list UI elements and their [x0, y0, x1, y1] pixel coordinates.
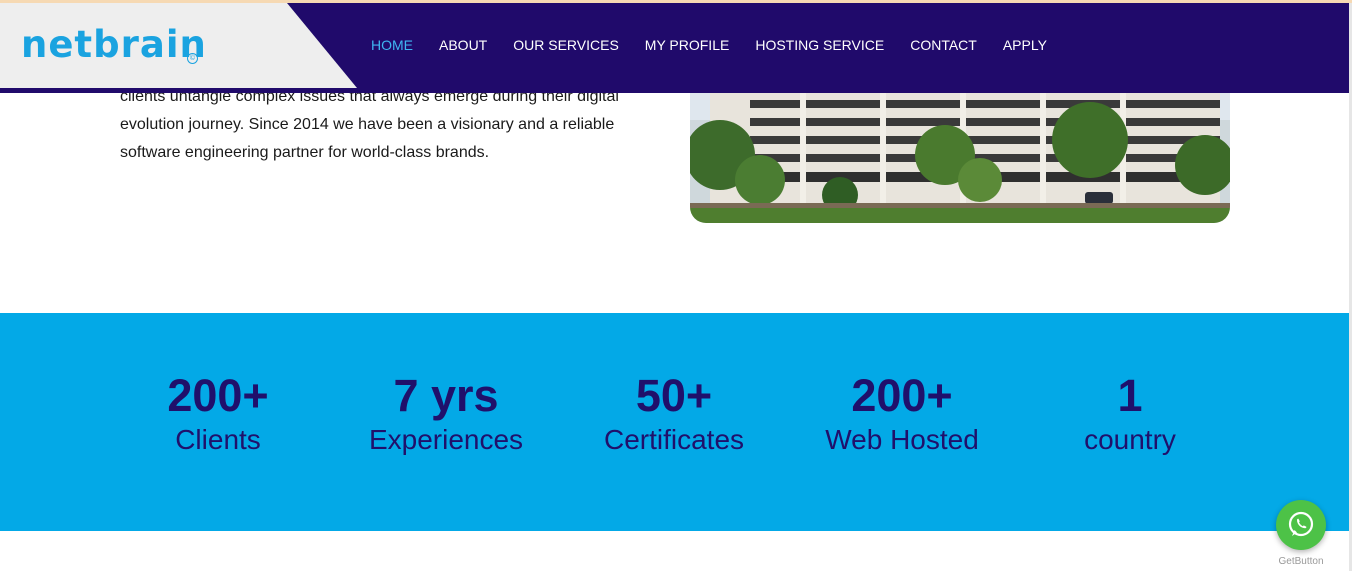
stat-number: 200+: [167, 370, 269, 421]
stat-label: Certificates: [603, 424, 745, 455]
nav-item-contact[interactable]: CONTACT: [910, 36, 977, 54]
brand-logo[interactable]: netbrain: [21, 23, 207, 67]
stat-label: country: [1084, 424, 1176, 455]
stat-country: 1 country: [1020, 369, 1240, 457]
nav-item-apply[interactable]: APPLY: [1003, 36, 1047, 54]
intro-line: evolution journey. Since 2014 we have be…: [120, 116, 615, 133]
nav-item-hosting-service[interactable]: HOSTING SERVICE: [755, 36, 884, 54]
stat-web-hosted: 200+ Web Hosted: [792, 369, 1012, 457]
stat-label: Web Hosted: [825, 424, 979, 455]
nav-item-about[interactable]: ABOUT: [439, 36, 487, 54]
copyright-mark: ©: [187, 53, 198, 64]
stats-section: 200+ Clients 7 yrs Experiences 50+ Certi…: [0, 313, 1349, 531]
main-nav: HOME ABOUT OUR SERVICES MY PROFILE HOSTI…: [371, 36, 1073, 54]
nav-item-my-profile[interactable]: MY PROFILE: [645, 36, 730, 54]
getbutton-caption[interactable]: GetButton: [1276, 556, 1326, 567]
intro-line: software engineering partner for world-c…: [120, 144, 490, 161]
nav-item-our-services[interactable]: OUR SERVICES: [513, 36, 619, 54]
stat-number: 7 yrs: [393, 370, 499, 421]
stat-clients: 200+ Clients: [108, 369, 328, 457]
stat-label: Experiences: [368, 424, 524, 455]
stat-number: 200+: [851, 370, 953, 421]
stat-experiences: 7 yrs Experiences: [336, 369, 556, 457]
stat-label: Clients: [175, 424, 261, 455]
intro-text: clients untangle complex issues that alw…: [120, 83, 660, 167]
stat-number: 1: [1117, 370, 1143, 421]
nav-item-home[interactable]: HOME: [371, 36, 413, 54]
whatsapp-button[interactable]: [1276, 500, 1326, 550]
stat-certificates: 50+ Certificates: [564, 369, 784, 457]
whatsapp-icon: [1288, 511, 1314, 537]
stat-number: 50+: [635, 370, 713, 421]
